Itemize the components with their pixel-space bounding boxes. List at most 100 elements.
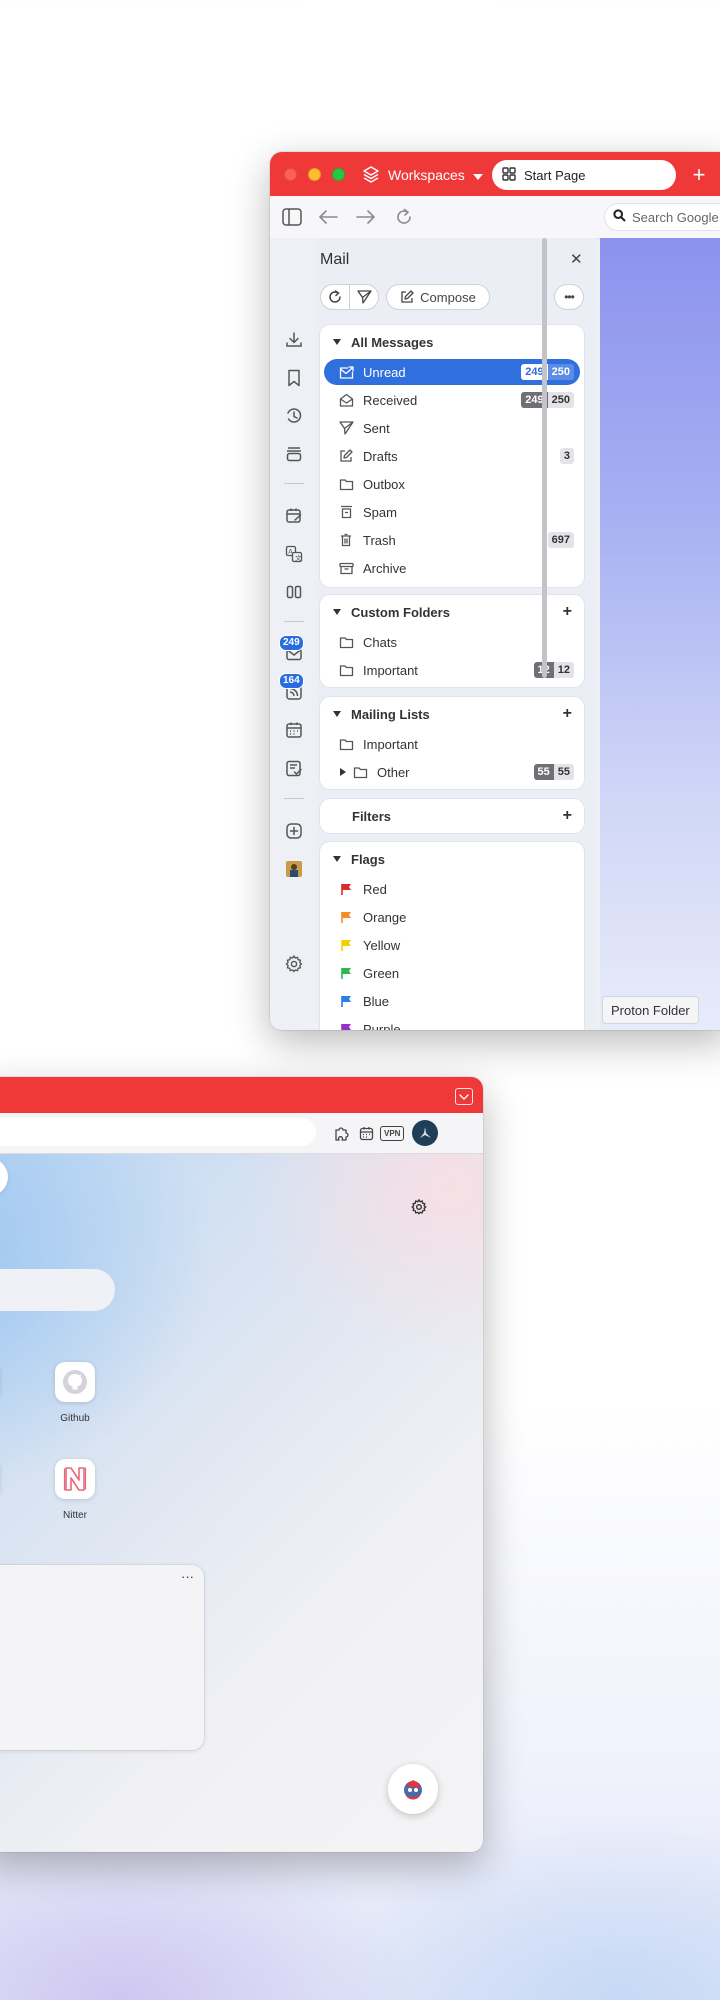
search-field[interactable]: Search Google	[604, 203, 720, 231]
extensions-button[interactable]	[332, 1124, 352, 1142]
profile-avatar-icon	[420, 1127, 431, 1138]
arrow-left-icon	[318, 210, 338, 224]
expand-triangle-icon[interactable]	[340, 768, 346, 776]
mailing-lists-section: Mailing Lists + Important Other 55 55	[320, 697, 584, 789]
workspaces-button[interactable]: Workspaces	[362, 162, 483, 188]
svg-text:A: A	[288, 548, 293, 556]
bookmarks-panel-button[interactable]	[282, 366, 306, 390]
downloads-panel-button[interactable]	[282, 328, 306, 352]
panel-settings-button[interactable]	[282, 952, 306, 976]
reload-button[interactable]	[392, 206, 416, 228]
forward-button[interactable]	[354, 206, 378, 228]
zoom-window-button[interactable]	[332, 168, 345, 181]
url-field[interactable]	[0, 1118, 316, 1146]
add-filter-button[interactable]: +	[563, 808, 572, 824]
widget-menu-button[interactable]: ···	[181, 1569, 194, 1584]
add-custom-folder-button[interactable]: +	[563, 604, 572, 620]
start-page-settings-button[interactable]	[411, 1198, 427, 1215]
calendar-icon	[359, 1126, 373, 1140]
envelope-open-icon	[338, 392, 354, 408]
back-button[interactable]	[316, 206, 340, 228]
paper-plane-icon	[338, 420, 354, 436]
web-panel-button[interactable]	[282, 857, 306, 881]
tab-title: Start Page	[524, 167, 586, 183]
window-panel-button[interactable]	[282, 442, 306, 466]
calendar-panel-button[interactable]	[282, 718, 306, 742]
calendar-edit-icon	[286, 508, 302, 523]
tab-bar-toggle-button[interactable]	[455, 1088, 473, 1105]
mailing-list-other[interactable]: Other 55 55	[324, 759, 580, 785]
count-badges: 55 55	[533, 764, 574, 780]
flag-yellow[interactable]: Yellow	[324, 932, 580, 958]
filters-header[interactable]: Filters	[320, 799, 584, 833]
trash-icon	[338, 532, 354, 548]
add-web-panel-button[interactable]	[282, 819, 306, 843]
flag-green[interactable]: Green	[324, 960, 580, 986]
title-bar	[0, 1077, 483, 1113]
sidebar-toggle-icon	[282, 208, 302, 226]
archive-icon	[338, 560, 354, 576]
speed-dial-nitter[interactable]	[55, 1459, 95, 1499]
panel-scrollbar[interactable]	[542, 238, 547, 678]
paper-plane-icon	[356, 290, 372, 304]
mailing-list-important[interactable]: Important	[324, 731, 580, 757]
translate-panel-button[interactable]: A文	[282, 542, 306, 566]
tasks-panel-button[interactable]	[282, 756, 306, 780]
calendar-icon	[286, 722, 302, 738]
web-panel-avatar-icon	[286, 861, 302, 877]
refresh-mail-button[interactable]	[320, 284, 350, 310]
notes-panel-button[interactable]	[282, 504, 306, 528]
workspaces-icon	[362, 165, 380, 186]
flag-purple[interactable]: Purple	[324, 1016, 580, 1030]
speed-dial-label: Github	[60, 1413, 90, 1424]
count-badges: 1212	[533, 662, 574, 678]
new-tab-button[interactable]: +	[684, 160, 714, 190]
compose-button[interactable]: Compose	[386, 284, 490, 310]
mascot-icon	[404, 1780, 422, 1800]
close-panel-button[interactable]: ✕	[570, 250, 583, 268]
filters-section: Filters +	[320, 799, 584, 833]
flags-header[interactable]: Flags	[320, 842, 584, 876]
flag-blue[interactable]: Blue	[324, 988, 580, 1014]
assistant-button[interactable]	[388, 1764, 438, 1814]
send-receive-button[interactable]	[349, 284, 379, 310]
collapse-triangle-icon	[333, 711, 341, 717]
start-search-box[interactable]	[0, 1269, 115, 1311]
panel-toggle-button[interactable]	[280, 206, 304, 228]
tab-start-page[interactable]: Start Page	[492, 160, 676, 190]
collapse-triangle-icon	[333, 609, 341, 615]
minimize-window-button[interactable]	[308, 168, 321, 181]
search-icon	[613, 209, 626, 225]
spam-bin-icon	[338, 504, 354, 520]
flag-icon	[338, 1021, 354, 1030]
start-page-pill[interactable]	[0, 1158, 8, 1196]
calendar-button[interactable]	[356, 1124, 376, 1142]
gear-icon	[411, 1198, 427, 1215]
layers-stack-icon	[286, 447, 302, 462]
address-bar: VPN	[0, 1113, 483, 1154]
flag-icon	[338, 937, 354, 953]
count-badges: 249 250	[521, 392, 574, 408]
proton-folder-status: Proton Folder	[602, 996, 699, 1024]
speed-dial-github[interactable]	[55, 1362, 95, 1402]
compose-label: Compose	[420, 289, 476, 305]
close-window-button[interactable]	[284, 168, 297, 181]
history-panel-button[interactable]	[282, 404, 306, 428]
title-bar: Workspaces Start Page +	[270, 152, 720, 196]
svg-text:文: 文	[295, 553, 302, 562]
vpn-button[interactable]: VPN	[380, 1126, 405, 1141]
translate-icon: A文	[285, 545, 303, 563]
browser-window-start-page: VPN n Github ar Nitter ···	[0, 1077, 483, 1852]
flag-orange[interactable]: Orange	[324, 904, 580, 930]
arrow-right-icon	[356, 210, 376, 224]
add-mailing-list-button[interactable]: +	[563, 706, 572, 722]
mailing-lists-header[interactable]: Mailing Lists	[320, 697, 584, 731]
search-placeholder: Search Google	[632, 209, 719, 225]
flag-icon	[338, 965, 354, 981]
mail-more-button[interactable]: •••	[554, 284, 584, 310]
flag-red[interactable]: Red	[324, 876, 580, 902]
reading-list-panel-button[interactable]	[282, 580, 306, 604]
profile-avatar[interactable]	[412, 1120, 438, 1146]
panel-icon-strip: A文 249 164	[270, 238, 318, 1030]
browser-window-mail: Workspaces Start Page + Search Google A …	[270, 152, 720, 1030]
